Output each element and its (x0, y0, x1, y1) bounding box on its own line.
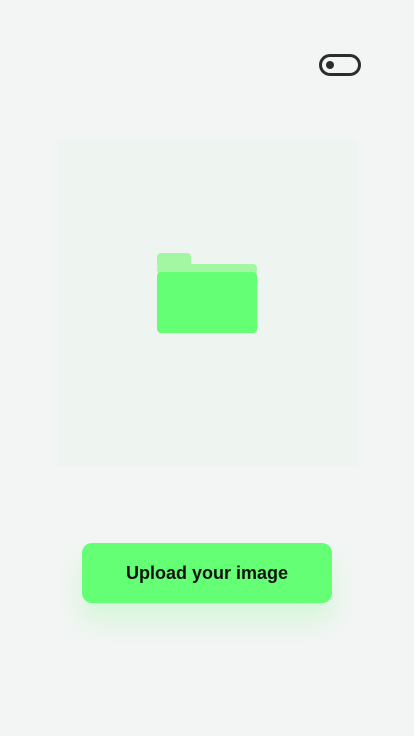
image-dropzone[interactable] (57, 139, 357, 466)
upload-image-button[interactable]: Upload your image (82, 543, 332, 603)
theme-toggle[interactable] (319, 54, 361, 76)
toggle-knob (326, 61, 334, 69)
folder-icon (157, 253, 257, 333)
